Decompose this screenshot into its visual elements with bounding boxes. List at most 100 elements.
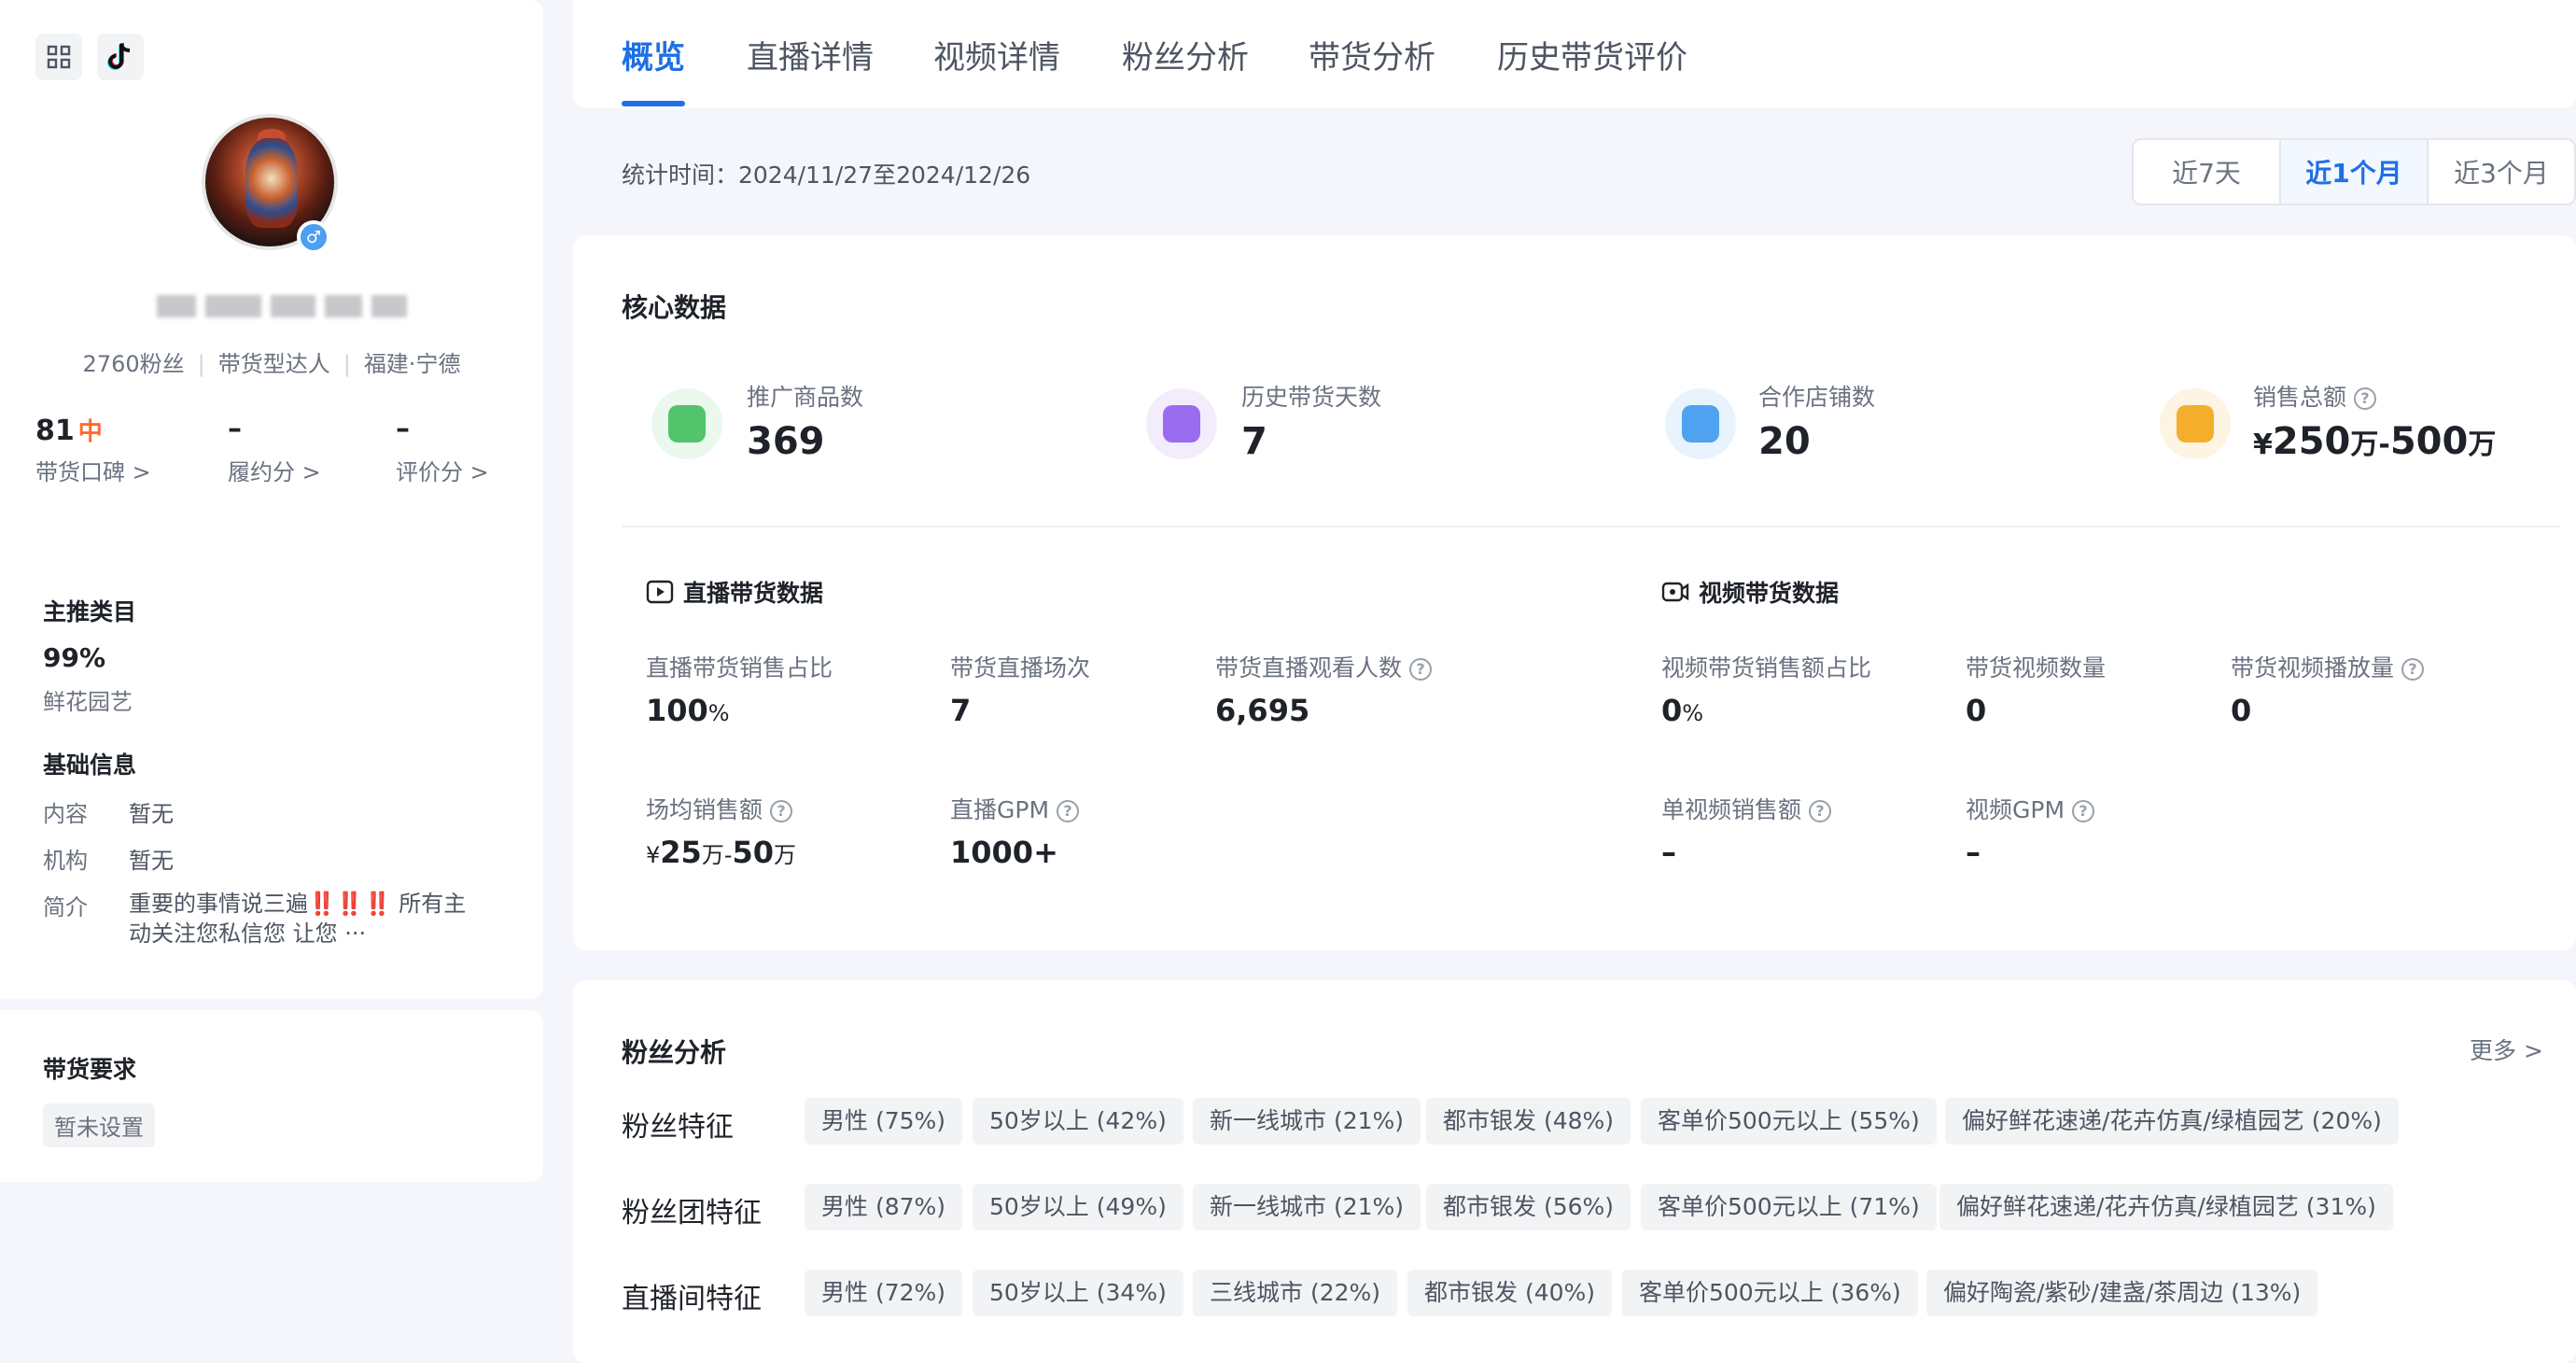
help-icon[interactable]: ?: [2354, 387, 2377, 410]
tab-video-detail[interactable]: 视频详情: [933, 32, 1060, 77]
fan-tag: 都市银发 (48%): [1426, 1098, 1631, 1145]
avg-session-sales-value: ¥25万-50万: [646, 835, 797, 870]
fan-tag: 50岁以上 (34%): [973, 1270, 1183, 1316]
reputation-score: 81 中: [35, 415, 103, 447]
core-data-title: 核心数据: [622, 292, 727, 323]
live-sales-ratio-label: 直播带货销售占比: [646, 654, 833, 682]
shop-icon: [1665, 388, 1736, 459]
history-days-label: 历史带货天数: [1241, 384, 1382, 411]
bio-label: 简介: [43, 894, 88, 920]
total-sales-value: ¥250万-500万: [2253, 420, 2497, 463]
fan-tag: 都市银发 (40%): [1407, 1270, 1613, 1316]
live-viewers-label: 带货直播观看人数?: [1215, 650, 1433, 683]
per-video-sales-value: –: [1661, 835, 1676, 870]
fan-tag: 新一线城市 (21%): [1193, 1184, 1421, 1230]
active-tab-indicator: [622, 101, 685, 106]
live-gpm-value: 1000+: [950, 835, 1058, 870]
male-gender-icon: ♂: [297, 220, 330, 254]
divider: [622, 526, 2559, 527]
video-camera-icon: [1661, 582, 1689, 602]
fan-tag: 客单价500元以上 (71%): [1641, 1184, 1937, 1230]
fan-tag: 偏好鲜花速递/花卉仿真/绿植园艺 (20%): [1945, 1098, 2399, 1145]
content-value: 暂无: [129, 801, 174, 827]
fan-tag: 新一线城市 (21%): [1193, 1098, 1421, 1145]
fan-features-label: 粉丝特征: [622, 1111, 734, 1144]
help-icon[interactable]: ?: [1409, 658, 1433, 681]
blurred-username: [157, 291, 407, 330]
creator-type: 带货型达人: [217, 351, 330, 377]
fan-tag: 男性 (87%): [805, 1184, 963, 1230]
tab-history-reviews[interactable]: 历史带货评价: [1497, 32, 1687, 77]
tab-fan-analysis[interactable]: 粉丝分析: [1122, 32, 1249, 77]
live-room-features-label: 直播间特征: [622, 1283, 762, 1315]
help-icon[interactable]: ?: [1057, 800, 1080, 822]
fan-tag: 偏好陶瓷/紫砂/建盏/茶周边 (13%): [1926, 1270, 2318, 1316]
follower-count: 2760粉丝: [82, 351, 185, 377]
live-gpm-label: 直播GPM?: [950, 792, 1080, 825]
main-category-name: 鲜花园艺: [43, 689, 133, 715]
agency-label: 机构: [43, 848, 88, 874]
partner-shops-label: 合作店铺数: [1758, 384, 1876, 411]
fan-tag: 男性 (72%): [805, 1270, 963, 1316]
fan-tag: 客单价500元以上 (55%): [1641, 1098, 1937, 1145]
range-1m-button[interactable]: 近1个月: [2281, 140, 2429, 204]
video-data-title: 视频带货数据: [1661, 575, 1839, 609]
live-sessions-label: 带货直播场次: [950, 654, 1091, 682]
requirement-value: 暂未设置: [43, 1103, 155, 1147]
help-icon[interactable]: ?: [770, 800, 793, 822]
product-bag-icon: [651, 388, 722, 459]
profile-meta: 2760粉丝 | 带货型达人 | 福建·宁德: [82, 351, 461, 377]
fan-tag: 都市银发 (56%): [1426, 1184, 1631, 1230]
history-days-value: 7: [1241, 420, 1267, 463]
tab-sales-analysis[interactable]: 带货分析: [1309, 32, 1435, 77]
content-label: 内容: [43, 801, 88, 827]
live-viewers-value: 6,695: [1215, 693, 1310, 728]
fan-club-features-label: 粉丝团特征: [622, 1197, 762, 1230]
location: 福建·宁德: [363, 351, 461, 377]
promoted-products-label: 推广商品数: [747, 384, 864, 411]
video-sales-ratio-label: 视频带货销售额占比: [1661, 654, 1872, 682]
rating-link[interactable]: 评价分 >: [396, 454, 489, 486]
requirement-card: 带货要求 暂未设置: [0, 1010, 543, 1182]
video-sales-ratio-value: 0%: [1661, 693, 1704, 728]
live-sales-ratio-value: 100%: [646, 693, 730, 728]
yuan-shield-icon: [2160, 388, 2231, 459]
tab-overview[interactable]: 概览: [622, 32, 685, 77]
video-plays-label: 带货视频播放量?: [2231, 650, 2425, 683]
help-icon[interactable]: ?: [2072, 800, 2095, 822]
tab-live-detail[interactable]: 直播详情: [747, 32, 874, 77]
live-play-icon: [646, 580, 674, 604]
fan-tag: 男性 (75%): [805, 1098, 963, 1145]
agency-value: 暂无: [129, 848, 174, 874]
fulfillment-score: –: [228, 413, 242, 445]
video-gpm-label: 视频GPM?: [1966, 792, 2095, 825]
fulfillment-link[interactable]: 履约分 >: [228, 454, 321, 486]
rating-score: –: [396, 413, 410, 445]
range-3m-button[interactable]: 近3个月: [2429, 140, 2574, 204]
main-category-percent: 99%: [43, 642, 106, 673]
live-data-title: 直播带货数据: [646, 575, 823, 609]
avg-session-sales-label: 场均销售额?: [646, 792, 793, 825]
time-range-selector: 近7天 近1个月 近3个月: [2132, 138, 2576, 205]
reputation-link[interactable]: 带货口碑 >: [35, 454, 151, 486]
bio-value[interactable]: 重要的事情说三遍‼️‼️‼️ 所有主动关注您私信您 让您 ···: [129, 889, 483, 948]
fan-tag: 50岁以上 (49%): [973, 1184, 1183, 1230]
grid-menu-icon[interactable]: [35, 34, 82, 80]
help-icon[interactable]: ?: [1809, 800, 1832, 822]
more-link[interactable]: 更多 >: [2470, 1033, 2543, 1066]
douyin-logo-icon[interactable]: [97, 34, 144, 80]
main-category-title: 主推类目: [43, 598, 137, 625]
help-icon[interactable]: ?: [2401, 658, 2425, 681]
core-data-card: [573, 235, 2576, 950]
video-plays-value: 0: [2231, 693, 2252, 728]
partner-shops-value: 20: [1758, 420, 1811, 463]
fan-analysis-title: 粉丝分析: [622, 1037, 727, 1068]
fan-tag: 偏好鲜花速递/花卉仿真/绿植园艺 (31%): [1939, 1184, 2393, 1230]
stat-time: 统计时间：2024/11/27至2024/12/26: [622, 162, 1031, 189]
trend-chart-icon: [1146, 388, 1217, 459]
fan-tag: 三线城市 (22%): [1193, 1270, 1398, 1316]
range-7d-button[interactable]: 近7天: [2134, 140, 2281, 204]
video-count-value: 0: [1966, 693, 1987, 728]
fan-tag: 50岁以上 (42%): [973, 1098, 1183, 1145]
video-gpm-value: –: [1966, 835, 1981, 870]
